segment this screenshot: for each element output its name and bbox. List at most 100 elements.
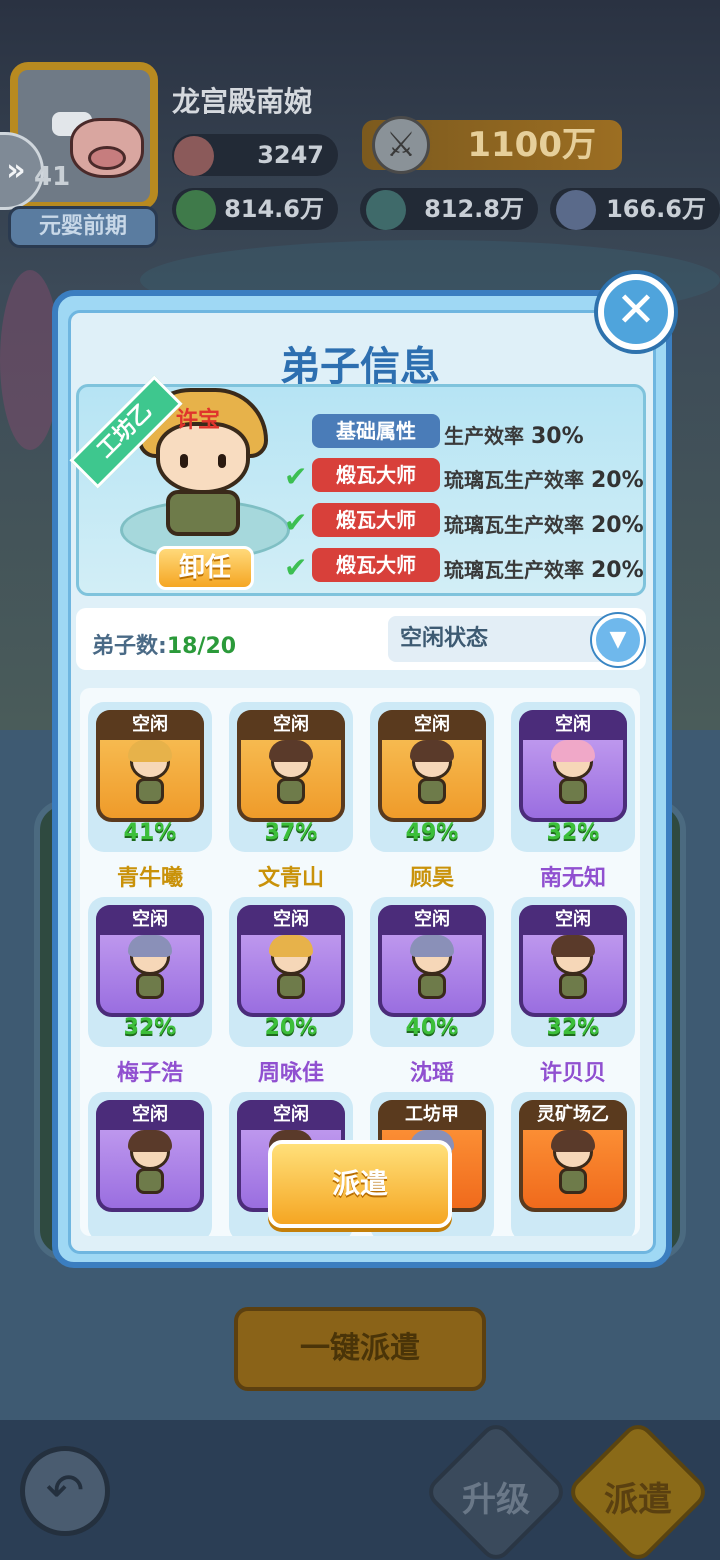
avatar-hair [551, 1130, 595, 1152]
ore-plus-icon[interactable] [366, 190, 406, 230]
disciple-avatar [269, 935, 313, 1003]
dispatch-tab-button[interactable]: 派遣 [578, 1472, 698, 1521]
avatar-body [559, 778, 587, 804]
attribute-value: 20% [590, 513, 644, 538]
bulk-dispatch-button[interactable]: 一键派遣 [234, 1307, 486, 1391]
disciple-count-value: 18/20 [166, 634, 237, 659]
disciple-status: 工坊甲 [378, 1100, 486, 1130]
disciple-efficiency: 49% [405, 820, 459, 845]
unequip-button[interactable]: 卸任 [156, 546, 254, 590]
disciple-tile[interactable]: 空闲 40% 沈瑶 [370, 897, 494, 1087]
avatar-hair [128, 1130, 172, 1152]
avatar-hair [128, 740, 172, 762]
disciple-avatar [128, 1130, 172, 1198]
disciple-name: 南无知 [539, 866, 606, 891]
crossed-swords-icon: ⚔ [372, 116, 430, 174]
disciple-status: 空闲 [96, 1100, 204, 1130]
attribute-desc: 琉璃瓦生产效率 [444, 468, 584, 492]
disciple-efficiency: 32% [546, 1015, 600, 1040]
disciple-avatar [269, 740, 313, 808]
avatar-hair [551, 740, 595, 762]
avatar-hair [128, 935, 172, 957]
disciple-efficiency: 40% [405, 1015, 459, 1040]
avatar-body [277, 973, 305, 999]
attribute-tag-base: 基础属性 [312, 414, 440, 448]
avatar-body [136, 778, 164, 804]
back-arrow-icon[interactable]: ↶ [20, 1446, 110, 1536]
attribute-tag-skill: 煅瓦大师 [312, 548, 440, 582]
attribute-value: 20% [590, 468, 644, 493]
disciple-efficiency: 37% [264, 820, 318, 845]
disciple-tile[interactable]: 空闲 49% 顾昊 [370, 702, 494, 892]
attribute-text-skill: 琉璃瓦生产效率 20% [444, 509, 644, 538]
disciple-avatar [551, 1130, 595, 1198]
attribute-text-base: 生产效率 30% [444, 420, 584, 449]
upgrade-button[interactable]: 升级 [436, 1472, 556, 1521]
peach-amount: 3247 [257, 141, 324, 169]
player-name: 龙宫殿南婉 [172, 85, 313, 118]
attribute-desc: 琉璃瓦生产效率 [444, 558, 584, 582]
disciple-avatar [551, 740, 595, 808]
disciple-name: 梅子浩 [116, 1061, 183, 1086]
avatar-body [559, 1168, 587, 1194]
rainbow-plus-icon[interactable] [556, 190, 596, 230]
chevron-down-icon[interactable]: ▼ [592, 614, 644, 666]
hero-eye-right [218, 454, 226, 468]
disciple-efficiency: 41% [123, 820, 177, 845]
peach-icon [174, 136, 214, 176]
combat-power-value: 1100万 [467, 125, 596, 165]
player-rank-badge: 元婴前期 [8, 206, 158, 248]
disciple-tile[interactable]: 空闲 32% 南无知 [511, 702, 635, 892]
disciple-efficiency: 20% [264, 1015, 318, 1040]
avatar-body [136, 973, 164, 999]
disciple-name: 周咏佳 [257, 1061, 324, 1086]
disciple-tile[interactable]: 空闲 [88, 1092, 212, 1236]
disciple-tile[interactable]: 空闲 41% 青牛曦 [88, 702, 212, 892]
disciple-tile[interactable]: 空闲 32% 梅子浩 [88, 897, 212, 1087]
avatar-hair [410, 740, 454, 762]
check-icon: ✔ [284, 551, 308, 584]
avatar-hair [410, 935, 454, 957]
disciple-count-label: 弟子数: [92, 634, 167, 659]
ore-amount: 812.8万 [424, 195, 524, 223]
herb-plus-icon[interactable] [176, 190, 216, 230]
rainbow-amount: 166.6万 [606, 195, 706, 223]
player-level: 41 [34, 162, 71, 192]
disciple-tile[interactable]: 空闲 37% 文青山 [229, 702, 353, 892]
avatar-body [418, 973, 446, 999]
disciple-status: 空闲 [378, 905, 486, 935]
avatar-hair [269, 935, 313, 957]
disciple-status: 空闲 [96, 710, 204, 740]
disciple-avatar [128, 740, 172, 808]
disciple-name: 许贝贝 [539, 1061, 606, 1086]
attribute-value: 30% [530, 424, 584, 449]
disciple-status: 灵矿场乙 [519, 1100, 627, 1130]
attribute-desc: 琉璃瓦生产效率 [444, 513, 584, 537]
disciple-status: 空闲 [237, 1100, 345, 1130]
avatar-body [277, 778, 305, 804]
disciple-efficiency: 32% [546, 820, 600, 845]
disciple-status: 空闲 [237, 905, 345, 935]
disciple-tile[interactable]: 灵矿场乙 [511, 1092, 635, 1236]
attribute-desc: 生产效率 [444, 424, 524, 448]
attribute-tag-skill: 煅瓦大师 [312, 503, 440, 537]
disciple-name: 沈瑶 [409, 1061, 454, 1086]
disciple-status: 空闲 [519, 710, 627, 740]
disciple-count: 弟子数:18/20 [92, 628, 236, 660]
herb-amount: 814.6万 [224, 195, 324, 223]
disciple-tile[interactable]: 空闲 20% 周咏佳 [229, 897, 353, 1087]
avatar-body [136, 1168, 164, 1194]
disciple-name: 青牛曦 [116, 866, 183, 891]
disciple-tile[interactable]: 空闲 32% 许贝贝 [511, 897, 635, 1087]
attribute-text-skill: 琉璃瓦生产效率 20% [444, 554, 644, 583]
disciple-avatar [551, 935, 595, 1003]
dispatch-button[interactable]: 派遣 [268, 1140, 452, 1228]
attribute-text-skill: 琉璃瓦生产效率 20% [444, 464, 644, 493]
disciple-avatar [410, 740, 454, 808]
disciple-avatar [410, 935, 454, 1003]
disciple-status: 空闲 [96, 905, 204, 935]
attribute-value: 20% [590, 558, 644, 583]
avatar-hair [269, 740, 313, 762]
hero-eye-left [180, 454, 188, 468]
disciple-status: 空闲 [519, 905, 627, 935]
